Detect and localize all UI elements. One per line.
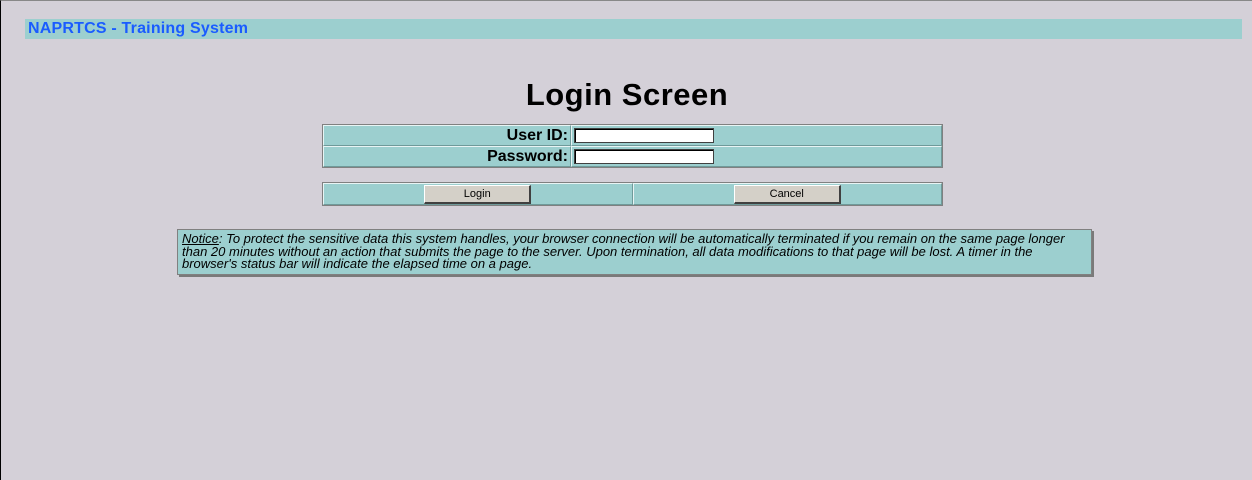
page-title: Login Screen xyxy=(525,77,729,112)
user-id-label: User ID: xyxy=(323,125,571,146)
login-button[interactable]: Login xyxy=(424,185,532,204)
user-id-input[interactable] xyxy=(574,127,714,143)
notice-text: : To protect the sensitive data this sys… xyxy=(182,231,1065,271)
cancel-button[interactable]: Cancel xyxy=(733,185,841,204)
login-form: User ID: Password: xyxy=(322,124,943,168)
cancel-cell: Cancel xyxy=(632,183,942,205)
password-label: Password: xyxy=(323,146,571,167)
app-title: NAPRTCS - Training System xyxy=(28,20,249,37)
login-cell: Login xyxy=(323,183,633,205)
button-bar: Login Cancel xyxy=(322,182,943,206)
browser-page: NAPRTCS - Training System Login Screen U… xyxy=(0,0,1252,480)
user-id-cell xyxy=(571,125,942,146)
password-input[interactable] xyxy=(574,148,714,164)
password-row: Password: xyxy=(323,146,942,167)
header-bar: NAPRTCS - Training System xyxy=(25,19,1242,39)
password-cell xyxy=(571,146,942,167)
user-id-row: User ID: xyxy=(323,125,942,146)
session-notice: Notice: To protect the sensitive data th… xyxy=(177,229,1092,275)
